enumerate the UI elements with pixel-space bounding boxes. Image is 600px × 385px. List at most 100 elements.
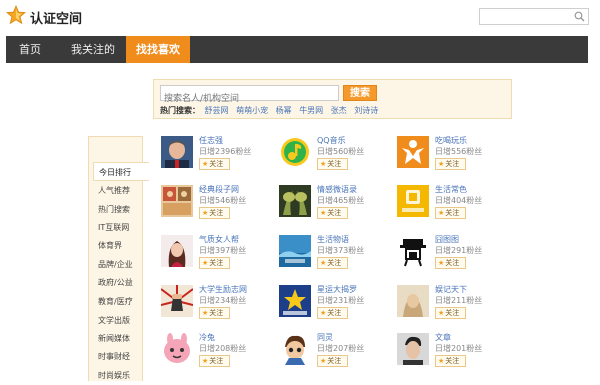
- follower-stat: 日增211粉丝: [435, 296, 483, 305]
- star-icon: ★: [320, 160, 327, 168]
- nav-home[interactable]: 首页: [6, 36, 54, 63]
- avatar[interactable]: [161, 333, 193, 365]
- top-search-input[interactable]: [480, 14, 572, 29]
- space-name[interactable]: 生活物语: [317, 234, 349, 245]
- sidebar-item-hot-search[interactable]: 热门搜索: [89, 200, 143, 219]
- space-name[interactable]: 文章: [435, 332, 451, 343]
- follower-stat: 日增397粉丝: [199, 246, 247, 255]
- space-name[interactable]: 经典段子网: [199, 184, 239, 195]
- star-icon: ★: [202, 309, 209, 317]
- space-name[interactable]: 情感微语录: [317, 184, 357, 195]
- space-card: QQ音乐 日增560粉丝 ★关注: [279, 136, 389, 178]
- sidebar-item-brands[interactable]: 品牌/企业: [89, 255, 143, 274]
- space-card: 情感微语录 日增465粉丝 ★关注: [279, 185, 389, 227]
- star-icon: ★: [320, 209, 327, 217]
- space-card: 生活物语 日增373粉丝 ★关注: [279, 235, 389, 277]
- space-name[interactable]: 星运大揭罗: [317, 284, 357, 295]
- hot-keyword[interactable]: 张杰: [331, 106, 347, 115]
- avatar[interactable]: [279, 185, 311, 217]
- space-card: 同灵 日增207粉丝 ★关注: [279, 333, 389, 375]
- follower-stat: 日增404粉丝: [435, 196, 483, 205]
- space-name[interactable]: 气质女人帮: [199, 234, 239, 245]
- space-name[interactable]: 同灵: [317, 332, 333, 343]
- space-card: 文章 日增201粉丝 ★关注: [397, 333, 507, 375]
- space-name[interactable]: 娱记天下: [435, 284, 467, 295]
- space-name[interactable]: 冷兔: [199, 332, 215, 343]
- search-button[interactable]: 搜索: [343, 85, 377, 101]
- avatar[interactable]: [397, 185, 429, 217]
- hot-keyword[interactable]: 舒芸网: [205, 106, 229, 115]
- search-field[interactable]: [160, 85, 339, 106]
- sidebar-item-finance[interactable]: 时事财经: [89, 347, 143, 366]
- follow-button[interactable]: ★关注: [199, 207, 230, 219]
- follower-stat: 日增546粉丝: [199, 196, 247, 205]
- nav-discover[interactable]: 找找喜欢: [126, 36, 190, 63]
- sidebar-item-it[interactable]: IT互联网: [89, 218, 143, 237]
- sidebar-item-today-rank[interactable]: 今日排行: [93, 162, 149, 181]
- space-name[interactable]: 生活常色: [435, 184, 467, 195]
- avatar[interactable]: [161, 235, 193, 267]
- follow-button[interactable]: ★关注: [317, 207, 348, 219]
- avatar[interactable]: [161, 185, 193, 217]
- space-name[interactable]: QQ音乐: [317, 135, 346, 146]
- follow-button[interactable]: ★关注: [317, 355, 348, 367]
- app-title: 认证空间: [30, 12, 83, 27]
- sidebar-item-popular[interactable]: 人气推荐: [89, 181, 143, 200]
- hot-keyword[interactable]: 萌萌小宠: [236, 106, 268, 115]
- avatar[interactable]: [161, 285, 193, 317]
- space-name[interactable]: 任志强: [199, 135, 223, 146]
- follow-button[interactable]: ★关注: [435, 355, 466, 367]
- nav-following[interactable]: 我关注的: [58, 36, 128, 63]
- hot-keyword[interactable]: 刘诗诗: [354, 106, 378, 115]
- sidebar-item-literature[interactable]: 文学出版: [89, 311, 143, 330]
- follow-button[interactable]: ★关注: [317, 307, 348, 319]
- follow-button[interactable]: ★关注: [435, 158, 466, 170]
- sidebar-item-fashion[interactable]: 时尚娱乐: [89, 366, 143, 385]
- sidebar-item-sports[interactable]: 体育界: [89, 236, 143, 255]
- follower-stat: 日增207粉丝: [317, 344, 365, 353]
- follow-button[interactable]: ★关注: [435, 257, 466, 269]
- top-search-box[interactable]: [479, 8, 589, 29]
- avatar[interactable]: [397, 136, 429, 168]
- space-card: 吃喝玩乐 日增556粉丝 ★关注: [397, 136, 507, 178]
- avatar[interactable]: [161, 136, 193, 168]
- follower-stat: 日增208粉丝: [199, 344, 247, 353]
- avatar[interactable]: [279, 285, 311, 317]
- follow-button[interactable]: ★关注: [199, 307, 230, 319]
- star-logo-icon: [6, 5, 26, 25]
- follower-stat: 日增201粉丝: [435, 344, 483, 353]
- follow-button[interactable]: ★关注: [199, 158, 230, 170]
- search-input[interactable]: [161, 92, 338, 106]
- hot-keyword[interactable]: 杨幂: [276, 106, 292, 115]
- space-card: 囧图图 日增291粉丝 ★关注: [397, 235, 507, 277]
- avatar[interactable]: [397, 285, 429, 317]
- follow-button[interactable]: ★关注: [317, 257, 348, 269]
- avatar[interactable]: [397, 235, 429, 267]
- follower-stat: 日增373粉丝: [317, 246, 365, 255]
- avatar[interactable]: [279, 235, 311, 267]
- space-name[interactable]: 大学生励志网: [199, 284, 247, 295]
- star-icon: ★: [202, 259, 209, 267]
- search-icon[interactable]: [574, 11, 585, 22]
- space-name[interactable]: 囧图图: [435, 234, 459, 245]
- follow-button[interactable]: ★关注: [317, 158, 348, 170]
- star-icon: ★: [320, 357, 327, 365]
- follow-button[interactable]: ★关注: [199, 257, 230, 269]
- avatar[interactable]: [279, 136, 311, 168]
- follow-button[interactable]: ★关注: [199, 355, 230, 367]
- sidebar-item-education[interactable]: 教育/医疗: [89, 292, 143, 311]
- follow-button[interactable]: ★关注: [435, 307, 466, 319]
- sidebar-item-gov[interactable]: 政府/公益: [89, 273, 143, 292]
- avatar[interactable]: [279, 333, 311, 365]
- follower-stat: 日增234粉丝: [199, 296, 247, 305]
- sidebar-item-media[interactable]: 新闻媒体: [89, 329, 143, 348]
- space-name[interactable]: 吃喝玩乐: [435, 135, 467, 146]
- star-icon: ★: [438, 160, 445, 168]
- hot-keyword[interactable]: 牛男网: [299, 106, 323, 115]
- follower-stat: 日增231粉丝: [317, 296, 365, 305]
- space-card: 任志强 日增2396粉丝 ★关注: [161, 136, 271, 178]
- avatar[interactable]: [397, 333, 429, 365]
- space-card: 大学生励志网 日增234粉丝 ★关注: [161, 285, 271, 327]
- follow-button[interactable]: ★关注: [435, 207, 466, 219]
- space-card: 生活常色 日增404粉丝 ★关注: [397, 185, 507, 227]
